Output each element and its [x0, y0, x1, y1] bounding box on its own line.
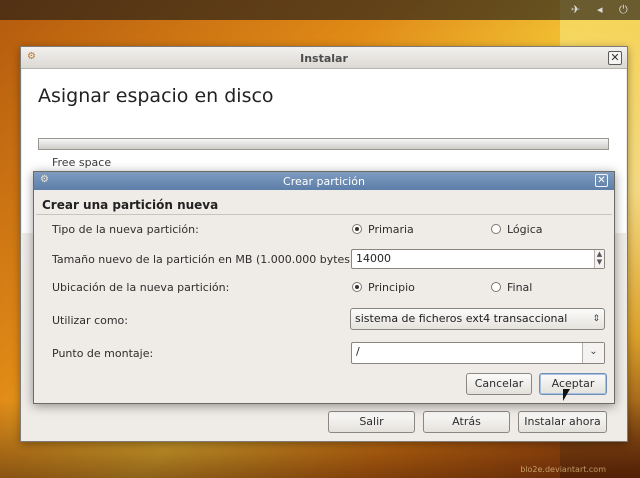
top-panel: ✈ ◂ ⏻ [0, 0, 640, 20]
close-icon[interactable]: ✕ [608, 51, 622, 65]
window-title: Instalar [300, 52, 348, 65]
radio-primary[interactable]: Primaria [352, 223, 414, 236]
disk-usage-bar [38, 138, 609, 150]
quit-button[interactable]: Salir [328, 411, 415, 433]
radio-selected-icon [352, 224, 362, 234]
radio-selected-icon [352, 282, 362, 292]
chevron-down-icon[interactable]: ⌄ [582, 343, 604, 363]
use-as-select[interactable]: sistema de ficheros ext4 transaccional ⇕ [350, 308, 605, 330]
radio-logical[interactable]: Lógica [491, 223, 543, 236]
radio-end[interactable]: Final [491, 281, 532, 294]
window-titlebar: ⚙ Instalar ✕ [21, 47, 627, 69]
cancel-button[interactable]: Cancelar [466, 373, 532, 395]
install-now-button[interactable]: Instalar ahora [518, 411, 607, 433]
spinner-icon[interactable]: ▲ ▼ [594, 250, 604, 268]
partition-type-label: Tipo de la nueva partición: [52, 223, 199, 236]
mount-point-value: / [356, 345, 360, 358]
size-value: 14000 [356, 252, 391, 265]
radio-unselected-icon [491, 224, 501, 234]
watermark: blo2e.deviantart.com [520, 465, 606, 474]
dialog-title: Crear partición [283, 175, 365, 188]
mount-point-label: Punto de montaje: [52, 347, 154, 360]
network-icon[interactable]: ✈ [571, 3, 580, 16]
size-input[interactable]: 14000 ▲ ▼ [351, 249, 605, 269]
dialog-titlebar: ⚙ Crear partición ✕ [34, 172, 614, 190]
free-space-label: Free space [52, 156, 112, 169]
radio-logical-label: Lógica [507, 223, 543, 236]
mount-point-input[interactable]: / ⌄ [351, 342, 605, 364]
radio-start-label: Principio [368, 281, 415, 294]
chevron-updown-icon: ⇕ [592, 314, 600, 324]
partition-location-label: Ubicación de la nueva partición: [52, 281, 230, 294]
pointer-icon [563, 389, 570, 401]
radio-end-label: Final [507, 281, 533, 294]
close-icon[interactable]: ✕ [595, 174, 608, 187]
accept-button[interactable]: Aceptar [539, 373, 607, 395]
power-icon[interactable]: ⏻ [619, 3, 628, 17]
partition-size-label: Tamaño nuevo de la partición en MB (1.00… [52, 253, 359, 266]
use-as-value: sistema de ficheros ext4 transaccional [355, 312, 568, 325]
divider [36, 214, 612, 215]
volume-icon[interactable]: ◂ [597, 3, 603, 16]
radio-start[interactable]: Principio [352, 281, 415, 294]
back-button[interactable]: Atrás [423, 411, 510, 433]
use-as-label: Utilizar como: [52, 314, 128, 327]
create-partition-dialog: ⚙ Crear partición ✕ Crear una partición … [33, 171, 615, 404]
dialog-heading: Crear una partición nueva [42, 198, 219, 212]
radio-primary-label: Primaria [368, 223, 414, 236]
page-title: Asignar espacio en disco [38, 85, 274, 107]
radio-unselected-icon [491, 282, 501, 292]
